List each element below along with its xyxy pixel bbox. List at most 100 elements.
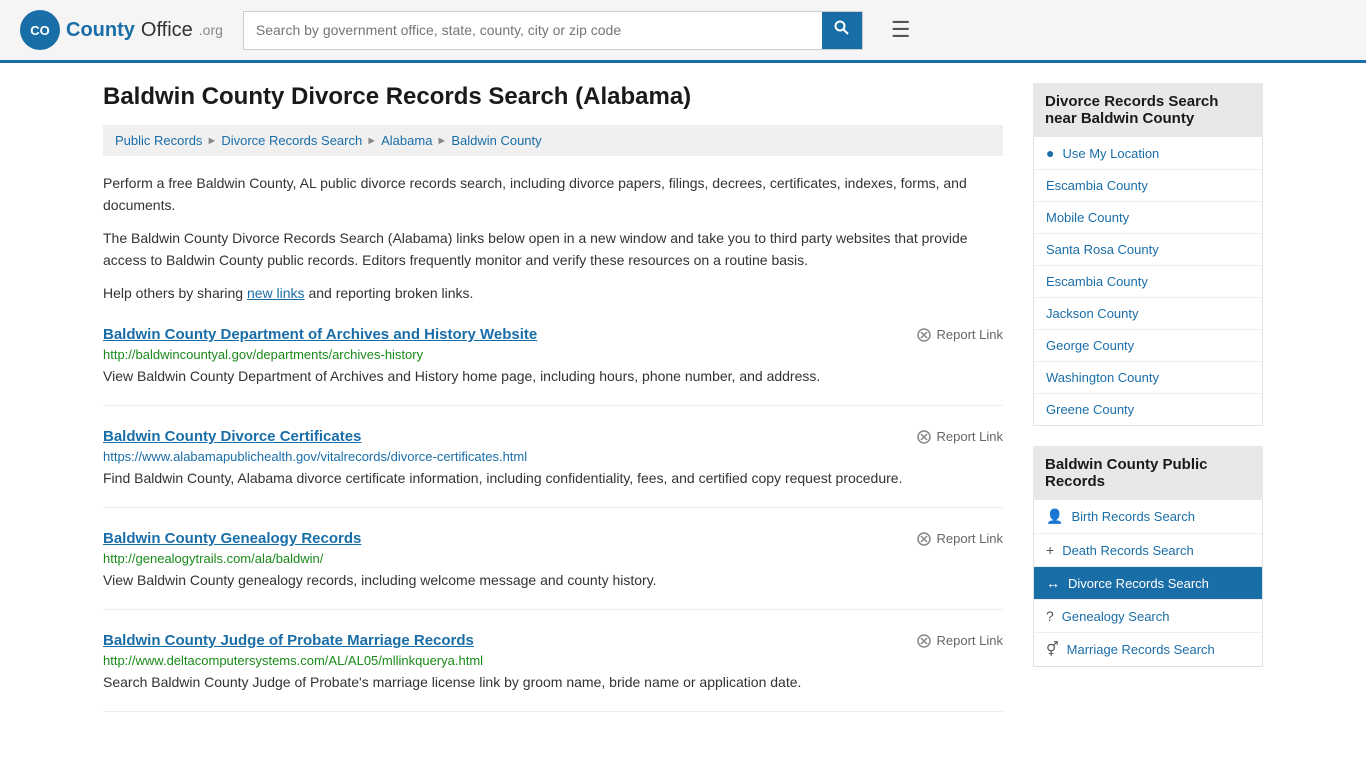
public-records-section-title: Baldwin County Public Records xyxy=(1045,456,1208,490)
pr-link-0[interactable]: Birth Records Search xyxy=(1071,509,1195,524)
description-2: The Baldwin County Divorce Records Searc… xyxy=(103,227,1003,272)
main-container: Baldwin County Divorce Records Search (A… xyxy=(83,63,1283,732)
report-label-3: Report Link xyxy=(937,633,1003,648)
content-area: Baldwin County Divorce Records Search (A… xyxy=(103,83,1003,712)
nearby-link-1[interactable]: Escambia County xyxy=(1046,178,1148,193)
record-title-3[interactable]: Baldwin County Judge of Probate Marriage… xyxy=(103,632,474,649)
pr-icon-0: 👤 xyxy=(1046,508,1063,525)
record-url-1[interactable]: https://www.alabamapublichealth.gov/vita… xyxy=(103,449,1003,464)
report-link-button-2[interactable]: Report Link xyxy=(916,530,1003,547)
report-icon-0 xyxy=(916,326,932,343)
svg-text:CO: CO xyxy=(30,23,50,38)
logo-text: County xyxy=(66,19,135,42)
report-label-2: Report Link xyxy=(937,531,1003,546)
logo-icon: CO xyxy=(20,10,60,50)
breadcrumb-sep-1: ► xyxy=(206,135,217,147)
nearby-link-8[interactable]: Greene County xyxy=(1046,402,1134,417)
pr-icon-2: ↔ xyxy=(1046,575,1060,591)
record-title-row: Baldwin County Department of Archives an… xyxy=(103,326,1003,343)
nearby-list-item[interactable]: George County xyxy=(1034,330,1262,362)
breadcrumb-public-records[interactable]: Public Records xyxy=(115,133,202,148)
record-title-1[interactable]: Baldwin County Divorce Certificates xyxy=(103,428,361,445)
report-icon-1 xyxy=(916,428,932,445)
nearby-list-item[interactable]: Escambia County xyxy=(1034,266,1262,298)
desc3-post: and reporting broken links. xyxy=(305,285,474,301)
report-label-0: Report Link xyxy=(937,327,1003,342)
record-entry: Baldwin County Genealogy Records Report … xyxy=(103,530,1003,610)
nearby-link-6[interactable]: George County xyxy=(1046,338,1134,353)
pr-icon-1: + xyxy=(1046,542,1054,558)
menu-button[interactable]: ☰ xyxy=(883,13,919,47)
nearby-link-0[interactable]: Use My Location xyxy=(1062,146,1159,161)
nearby-list-item[interactable]: ● Use My Location xyxy=(1034,137,1262,170)
logo-domain: .org xyxy=(199,22,223,38)
public-records-section: Baldwin County Public Records 👤 Birth Rec… xyxy=(1033,446,1263,667)
new-links-link[interactable]: new links xyxy=(247,285,305,301)
nearby-list-item[interactable]: Jackson County xyxy=(1034,298,1262,330)
pr-link-1[interactable]: Death Records Search xyxy=(1062,543,1194,558)
sidebar: Divorce Records Search near Baldwin Coun… xyxy=(1033,83,1263,712)
record-title-row: Baldwin County Divorce Certificates Repo… xyxy=(103,428,1003,445)
description-1: Perform a free Baldwin County, AL public… xyxy=(103,172,1003,217)
report-link-button-1[interactable]: Report Link xyxy=(916,428,1003,445)
public-records-list-item[interactable]: + Death Records Search xyxy=(1034,534,1262,567)
record-entry: Baldwin County Divorce Certificates Repo… xyxy=(103,428,1003,508)
logo-office-text: Office xyxy=(141,19,193,42)
public-records-section-header: Baldwin County Public Records xyxy=(1033,446,1263,500)
record-desc-1: Find Baldwin County, Alabama divorce cer… xyxy=(103,468,1003,489)
breadcrumb-divorce-records[interactable]: Divorce Records Search xyxy=(221,133,362,148)
location-icon: ● xyxy=(1046,145,1054,161)
record-title-0[interactable]: Baldwin County Department of Archives an… xyxy=(103,326,537,343)
nearby-list-item[interactable]: Mobile County xyxy=(1034,202,1262,234)
nearby-link-3[interactable]: Santa Rosa County xyxy=(1046,242,1159,257)
nearby-list-item[interactable]: Greene County xyxy=(1034,394,1262,425)
pr-icon-4: ⚥ xyxy=(1046,641,1059,658)
pr-link-3[interactable]: Genealogy Search xyxy=(1062,609,1170,624)
pr-link-4[interactable]: Marriage Records Search xyxy=(1067,642,1215,657)
breadcrumb-sep-2: ► xyxy=(366,135,377,147)
nearby-section-header: Divorce Records Search near Baldwin Coun… xyxy=(1033,83,1263,137)
nearby-link-7[interactable]: Washington County xyxy=(1046,370,1159,385)
public-records-list-item[interactable]: 👤 Birth Records Search xyxy=(1034,500,1262,534)
nearby-list-item[interactable]: Washington County xyxy=(1034,362,1262,394)
nearby-section-title: Divorce Records Search near Baldwin Coun… xyxy=(1045,93,1218,127)
public-records-list-item[interactable]: ? Genealogy Search xyxy=(1034,600,1262,633)
search-container xyxy=(243,11,863,50)
report-icon-3 xyxy=(916,632,932,649)
record-desc-2: View Baldwin County genealogy records, i… xyxy=(103,570,1003,591)
record-desc-0: View Baldwin County Department of Archiv… xyxy=(103,366,1003,387)
record-entry: Baldwin County Department of Archives an… xyxy=(103,326,1003,406)
report-label-1: Report Link xyxy=(937,429,1003,444)
record-title-row: Baldwin County Genealogy Records Report … xyxy=(103,530,1003,547)
nearby-link-2[interactable]: Mobile County xyxy=(1046,210,1129,225)
description-3: Help others by sharing new links and rep… xyxy=(103,282,1003,304)
logo[interactable]: CO County Office .org xyxy=(20,10,223,50)
record-url-2[interactable]: http://genealogytrails.com/ala/baldwin/ xyxy=(103,551,1003,566)
nearby-list-item[interactable]: Escambia County xyxy=(1034,170,1262,202)
records-container: Baldwin County Department of Archives an… xyxy=(103,326,1003,712)
nearby-list-item[interactable]: Santa Rosa County xyxy=(1034,234,1262,266)
report-link-button-3[interactable]: Report Link xyxy=(916,632,1003,649)
record-title-row: Baldwin County Judge of Probate Marriage… xyxy=(103,632,1003,649)
search-input[interactable] xyxy=(244,14,822,46)
search-button[interactable] xyxy=(822,12,862,49)
report-link-button-0[interactable]: Report Link xyxy=(916,326,1003,343)
nearby-list: ● Use My Location Escambia County Mobile Co… xyxy=(1033,137,1263,426)
report-icon-2 xyxy=(916,530,932,547)
breadcrumb-sep-3: ► xyxy=(436,135,447,147)
record-entry: Baldwin County Judge of Probate Marriage… xyxy=(103,632,1003,712)
pr-icon-3: ? xyxy=(1046,608,1054,624)
record-title-2[interactable]: Baldwin County Genealogy Records xyxy=(103,530,361,547)
public-records-list: 👤 Birth Records Search + Death Records Sear… xyxy=(1033,500,1263,667)
nearby-link-4[interactable]: Escambia County xyxy=(1046,274,1148,289)
public-records-list-item[interactable]: ⚥ Marriage Records Search xyxy=(1034,633,1262,666)
breadcrumb-alabama[interactable]: Alabama xyxy=(381,133,432,148)
pr-link-2[interactable]: Divorce Records Search xyxy=(1068,576,1209,591)
nearby-link-5[interactable]: Jackson County xyxy=(1046,306,1139,321)
header: CO County Office .org ☰ xyxy=(0,0,1366,63)
breadcrumb: Public Records ► Divorce Records Search … xyxy=(103,125,1003,156)
record-url-3[interactable]: http://www.deltacomputersystems.com/AL/A… xyxy=(103,653,1003,668)
record-url-0[interactable]: http://baldwincountyal.gov/departments/a… xyxy=(103,347,1003,362)
breadcrumb-baldwin-county[interactable]: Baldwin County xyxy=(451,133,541,148)
public-records-list-item[interactable]: ↔ Divorce Records Search xyxy=(1034,567,1262,600)
